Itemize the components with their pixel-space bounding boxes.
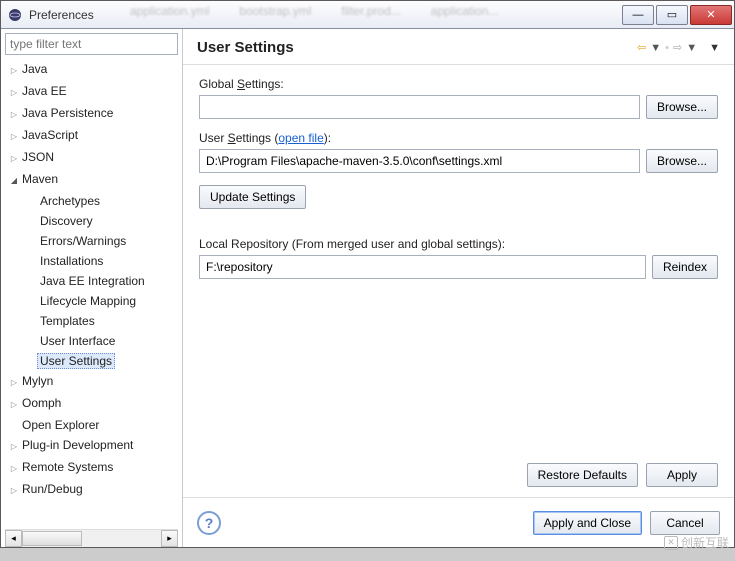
restore-defaults-button[interactable]: Restore Defaults xyxy=(527,463,638,487)
tree-item[interactable]: Templates xyxy=(27,311,178,331)
user-settings-input[interactable] xyxy=(199,149,640,173)
tree-item[interactable]: Mylyn xyxy=(9,371,178,393)
page-title: User Settings xyxy=(197,39,637,56)
background-tabs: application.ymlbootstrap.ymlfilter.prod.… xyxy=(130,4,498,18)
tree-item[interactable]: Errors/Warnings xyxy=(27,231,178,251)
nav-forward-dropdown[interactable]: ▼ xyxy=(686,42,697,54)
global-settings-input[interactable] xyxy=(199,95,640,119)
tree-item-label: Archetypes xyxy=(37,193,103,209)
tree-item[interactable]: Remote Systems xyxy=(9,457,178,479)
tree-item-label: Lifecycle Mapping xyxy=(37,293,139,309)
filter-input[interactable] xyxy=(5,33,178,55)
reindex-button[interactable]: Reindex xyxy=(652,255,718,279)
tree-item-label: Remote Systems xyxy=(19,459,116,475)
cancel-button[interactable]: Cancel xyxy=(650,511,720,535)
tree-item[interactable]: Maven xyxy=(9,169,178,191)
tree-item[interactable]: Run/Debug xyxy=(9,479,178,501)
tree-item-label: Plug-in Development xyxy=(19,437,136,453)
tree-item-label: Installations xyxy=(37,253,106,269)
tree-item[interactable]: Lifecycle Mapping xyxy=(27,291,178,311)
content-pane: User Settings ⇦ ▼ • ⇨ ▼ ▼ Global Setting… xyxy=(183,29,734,547)
view-menu-icon[interactable]: ▼ xyxy=(709,42,720,54)
user-browse-button[interactable]: Browse... xyxy=(646,149,718,173)
tree-item[interactable]: Java EE xyxy=(9,81,178,103)
tree-item-label: Run/Debug xyxy=(19,481,86,497)
tree-item-label: User Interface xyxy=(37,333,118,349)
tree-item-label: Errors/Warnings xyxy=(37,233,129,249)
tree-item-label: User Settings xyxy=(37,353,115,369)
tree-item[interactable]: User Interface xyxy=(27,331,178,351)
minimize-button[interactable]: — xyxy=(622,5,654,25)
tree-item-label: Mylyn xyxy=(19,373,56,389)
close-button[interactable]: ✕ xyxy=(690,5,732,25)
tree-item-label: Java Persistence xyxy=(19,105,116,121)
nav-forward-icon[interactable]: ⇨ xyxy=(673,41,682,54)
local-repo-label: Local Repository (From merged user and g… xyxy=(199,237,718,251)
tree-item[interactable]: Archetypes xyxy=(27,191,178,211)
tree-item[interactable]: Oomph xyxy=(9,393,178,415)
maximize-button[interactable]: ▭ xyxy=(656,5,688,25)
scroll-thumb[interactable] xyxy=(22,531,82,546)
apply-button[interactable]: Apply xyxy=(646,463,718,487)
preferences-window: Preferences application.ymlbootstrap.yml… xyxy=(0,0,735,548)
tree-item[interactable]: Plug-in Development xyxy=(9,435,178,457)
watermark: ✕ 创新互联 xyxy=(664,534,729,551)
tree-item-label: JSON xyxy=(19,149,57,165)
tree-item[interactable]: JavaScript xyxy=(9,125,178,147)
tree-item[interactable]: JSON xyxy=(9,147,178,169)
global-settings-label: Global Settings: xyxy=(199,77,718,91)
tree-item[interactable]: Java EE Integration xyxy=(27,271,178,291)
tree-item[interactable]: User Settings xyxy=(27,351,178,371)
tree-item[interactable]: Installations xyxy=(27,251,178,271)
tree-item-label: Discovery xyxy=(37,213,96,229)
nav-back-icon[interactable]: ⇦ xyxy=(637,41,646,54)
content-header: User Settings ⇦ ▼ • ⇨ ▼ ▼ xyxy=(183,29,734,65)
user-settings-label: User Settings (open file): xyxy=(199,131,718,145)
open-file-link[interactable]: open file xyxy=(278,131,323,145)
preferences-tree[interactable]: Java Java EE Java Persistence JavaScript JSO… xyxy=(5,59,178,501)
help-icon[interactable]: ? xyxy=(197,511,221,535)
global-browse-button[interactable]: Browse... xyxy=(646,95,718,119)
watermark-logo-icon: ✕ xyxy=(664,536,678,550)
scroll-track[interactable] xyxy=(22,530,161,547)
tree-item[interactable]: Open Explorer xyxy=(9,415,178,435)
update-settings-button[interactable]: Update Settings xyxy=(199,185,306,209)
dialog-footer: ? Apply and Close Cancel xyxy=(183,497,734,547)
eclipse-icon xyxy=(7,7,23,23)
tree-item-label: Templates xyxy=(37,313,98,329)
scroll-left-button[interactable]: ◂ xyxy=(5,530,22,547)
tree-item-label: Open Explorer xyxy=(19,417,102,433)
titlebar[interactable]: Preferences application.ymlbootstrap.yml… xyxy=(1,1,734,29)
tree-item-label: JavaScript xyxy=(19,127,81,143)
nav-back-dropdown[interactable]: ▼ xyxy=(650,42,661,54)
tree-item-label: Oomph xyxy=(19,395,64,411)
tree-item[interactable]: Discovery xyxy=(27,211,178,231)
tree-item-label: Maven xyxy=(19,171,61,187)
sidebar: Java Java EE Java Persistence JavaScript JSO… xyxy=(1,29,183,547)
apply-and-close-button[interactable]: Apply and Close xyxy=(533,511,642,535)
tree-item-label: Java EE Integration xyxy=(37,273,148,289)
tree-item[interactable]: Java xyxy=(9,59,178,81)
tree-item[interactable]: Java Persistence xyxy=(9,103,178,125)
horizontal-scrollbar[interactable]: ◂ ▸ xyxy=(5,529,178,547)
scroll-right-button[interactable]: ▸ xyxy=(161,530,178,547)
local-repo-input xyxy=(199,255,646,279)
tree-item-label: Java EE xyxy=(19,83,70,99)
tree-item-label: Java xyxy=(19,61,50,77)
